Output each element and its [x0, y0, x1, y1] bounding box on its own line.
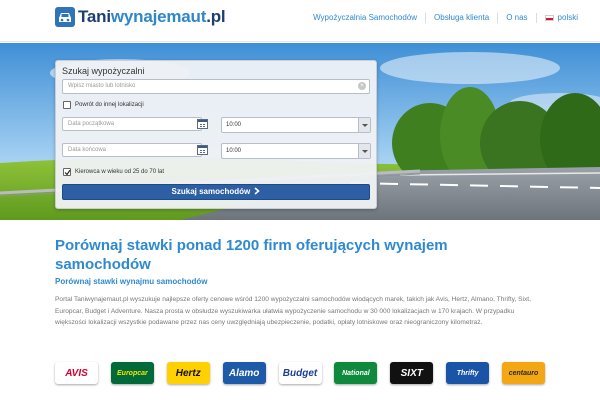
return-other-checkbox[interactable]: [63, 101, 71, 109]
brand-name: Europcar: [117, 369, 148, 377]
return-other-label: Powrót do innej lokalizacji: [75, 102, 144, 108]
site-logo[interactable]: Taniwynajemaut.pl: [55, 7, 226, 27]
brand-logo-alamo[interactable]: Alamo: [222, 362, 266, 384]
brand-logo-budget[interactable]: Budget: [278, 362, 322, 384]
dropoff-date-placeholder: Data końcowa: [68, 147, 107, 153]
language-selector[interactable]: polski: [535, 13, 586, 23]
section-subtitle: Porównaj stawki wynajmu samochodów: [55, 277, 208, 286]
brand-logo-sixt[interactable]: SIXT: [390, 362, 434, 384]
brand-name: Budget: [282, 367, 318, 379]
search-panel-title: Szukaj wypożyczalni: [62, 66, 145, 76]
brand-name: centauro: [508, 369, 539, 377]
chevron-down-icon: [358, 118, 370, 132]
brand-name: Alamo: [228, 367, 260, 379]
brand-name: National: [342, 369, 370, 377]
chevron-down-icon: [358, 144, 370, 158]
nav-car-rental[interactable]: Wypożyczalnia Samochodów: [305, 13, 425, 23]
brand-name: Thrifty: [456, 369, 479, 377]
nav-about[interactable]: O nas: [497, 13, 535, 23]
driver-age-label: Kierowca w wieku od 25 do 70 lat: [75, 169, 165, 175]
checkmark-icon: [64, 169, 71, 176]
location-placeholder: Wpisz miasto lub lotnisko: [68, 83, 136, 89]
brand-name: Hertz: [175, 367, 201, 379]
logo-text: Taniwynajemaut.pl: [78, 7, 226, 27]
clear-icon[interactable]: ×: [358, 82, 366, 90]
search-panel: Szukaj wypożyczalni Wpisz miasto lub lot…: [55, 60, 377, 209]
dropoff-time-select[interactable]: 10:00: [221, 143, 371, 159]
nav-customer-service[interactable]: Obsługa klienta: [425, 13, 497, 23]
brand-logo-avis[interactable]: AVIS: [55, 362, 98, 384]
intro-paragraph: Portal Taniwynajemaut.pl wyszukuje najle…: [55, 296, 531, 326]
driver-age-checkbox[interactable]: [63, 168, 71, 176]
page-title: Porównaj stawki ponad 1200 firm oferując…: [55, 237, 448, 273]
logo-part-3: .pl: [206, 7, 226, 26]
brand-logo-centauro[interactable]: centauro: [502, 362, 545, 384]
pickup-date-placeholder: Data początkowa: [68, 121, 115, 127]
pickup-time-value: 10:00: [226, 122, 242, 128]
header: Taniwynajemaut.pl Wypożyczalnia Samochod…: [0, 0, 600, 42]
brand-name: AVIS: [65, 367, 88, 379]
language-label: polski: [557, 13, 578, 22]
search-button-label: Szukaj samochodów: [171, 187, 251, 196]
logo-part-2: wynajemaut: [110, 7, 207, 26]
main-nav: Wypożyczalnia Samochodów Obsługa klienta…: [305, 13, 586, 23]
dropoff-date-input[interactable]: Data końcowa: [62, 143, 202, 157]
pickup-date-input[interactable]: Data początkowa: [62, 117, 202, 131]
pickup-calendar-icon[interactable]: [197, 119, 208, 129]
brand-name: SIXT: [400, 367, 423, 379]
location-input[interactable]: Wpisz miasto lub lotnisko ×: [62, 79, 370, 94]
brand-logos: AVIS Europcar Hertz Alamo Budget National SIXT…: [55, 362, 545, 384]
dropoff-calendar-icon[interactable]: [197, 145, 208, 155]
brand-logo-national[interactable]: National: [334, 362, 378, 384]
car-icon: [55, 7, 75, 27]
polish-flag-icon: [544, 14, 554, 21]
brand-logo-hertz[interactable]: Hertz: [166, 362, 210, 384]
search-cars-button[interactable]: Szukaj samochodów: [62, 184, 370, 200]
brand-logo-europcar[interactable]: Europcar: [110, 362, 154, 384]
chevron-right-icon: [254, 187, 261, 195]
pickup-time-select[interactable]: 10:00: [221, 117, 371, 133]
dropoff-time-value: 10:00: [226, 148, 242, 154]
brand-logo-thrifty[interactable]: Thrifty: [446, 362, 490, 384]
logo-part-1: Tani: [78, 7, 111, 26]
